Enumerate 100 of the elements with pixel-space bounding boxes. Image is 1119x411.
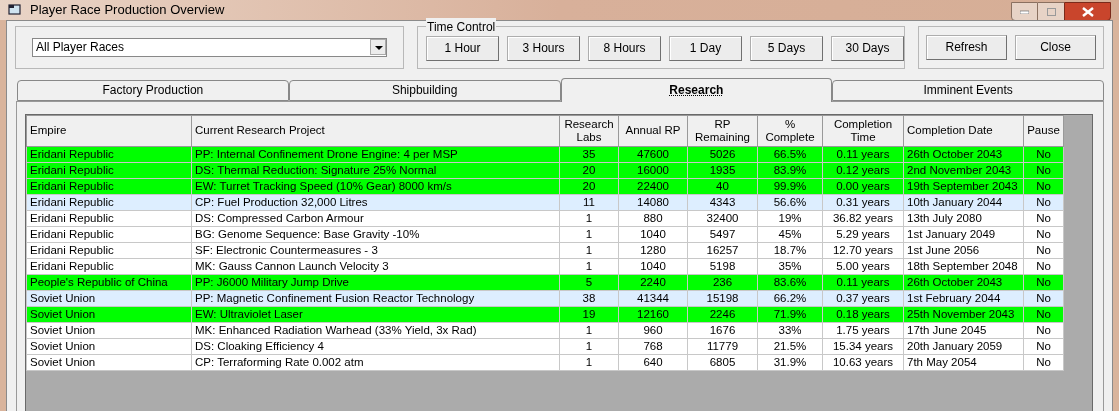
table-cell: 21.5% — [757, 338, 823, 354]
table-cell: 41344 — [618, 290, 688, 306]
table-cell: 47600 — [618, 146, 688, 162]
table-cell: No — [1023, 226, 1064, 242]
table-cell: Eridani Republic — [26, 162, 192, 178]
table-cell: Soviet Union — [26, 322, 192, 338]
table-cell: MK: Gauss Cannon Launch Velocity 3 — [191, 258, 560, 274]
table-cell: No — [1023, 210, 1064, 226]
table-cell: 25th November 2043 — [903, 306, 1024, 322]
table-cell: 71.9% — [757, 306, 823, 322]
table-cell: 1040 — [618, 258, 688, 274]
table-cell: 10.63 years — [822, 354, 904, 370]
table-cell: 10th January 2044 — [903, 194, 1024, 210]
table-cell: 4343 — [687, 194, 758, 210]
table-cell: 12160 — [618, 306, 688, 322]
table-cell: 0.18 years — [822, 306, 904, 322]
table-cell: No — [1023, 178, 1064, 194]
table-cell: Eridani Republic — [26, 178, 192, 194]
table-cell: 32400 — [687, 210, 758, 226]
table-cell: 2240 — [618, 274, 688, 290]
table-cell: 11 — [559, 194, 619, 210]
table-cell: Eridani Republic — [26, 210, 192, 226]
table-cell: 12.70 years — [822, 242, 904, 258]
table-cell: No — [1023, 242, 1064, 258]
table-cell: 83.6% — [757, 274, 823, 290]
table-cell: DS: Cloaking Efficiency 4 — [191, 338, 560, 354]
table-cell: 1280 — [618, 242, 688, 258]
table-cell: 18.7% — [757, 242, 823, 258]
table-cell: 1st January 2049 — [903, 226, 1024, 242]
time-step-button[interactable]: 5 Days — [750, 35, 823, 61]
column-header: Completion Time — [822, 115, 904, 146]
table-cell: No — [1023, 290, 1064, 306]
table-cell: DS: Thermal Reduction: Signature 25% Normal — [191, 162, 560, 178]
table-cell: 2246 — [687, 306, 758, 322]
column-header: Completion Date — [903, 115, 1024, 146]
table-cell: 20 — [559, 162, 619, 178]
table-cell: EW: Ultraviolet Laser — [191, 306, 560, 322]
table-cell: 19 — [559, 306, 619, 322]
close-button[interactable]: Close — [1015, 34, 1096, 60]
table-cell: 1 — [559, 226, 619, 242]
window-title: Player Race Production Overview — [30, 1, 225, 19]
time-step-button[interactable]: 1 Day — [669, 35, 742, 61]
table-cell: 20 — [559, 178, 619, 194]
table-cell: Soviet Union — [26, 338, 192, 354]
table-cell: 0.11 years — [822, 146, 904, 162]
table-cell: PP: Magnetic Confinement Fusion Reactor Technology — [191, 290, 560, 306]
table-cell: No — [1023, 274, 1064, 290]
table-cell: Eridani Republic — [26, 194, 192, 210]
tab[interactable]: Research — [560, 77, 833, 102]
table-cell: No — [1023, 258, 1064, 274]
table-cell: No — [1023, 146, 1064, 162]
column-header: Pause — [1023, 115, 1064, 146]
close-icon — [1081, 6, 1094, 17]
time-step-button[interactable]: 1 Hour — [426, 35, 499, 61]
table-cell: Eridani Republic — [26, 146, 192, 162]
table-cell: 768 — [618, 338, 688, 354]
minimize-icon — [1020, 9, 1029, 14]
table-cell: 1st June 2056 — [903, 242, 1024, 258]
time-step-button[interactable]: 30 Days — [831, 35, 904, 61]
time-step-button[interactable]: 3 Hours — [507, 35, 580, 61]
table-cell: 0.11 years — [822, 274, 904, 290]
table-cell: 1 — [559, 210, 619, 226]
table-cell: 26th October 2043 — [903, 274, 1024, 290]
table-cell: 99.9% — [757, 178, 823, 194]
column-header: % Complete — [757, 115, 823, 146]
race-dropdown[interactable]: All Player Races — [32, 37, 387, 57]
table-cell: 1.75 years — [822, 322, 904, 338]
table-cell: 6805 — [687, 354, 758, 370]
table-cell: No — [1023, 162, 1064, 178]
table-cell: 15.34 years — [822, 338, 904, 354]
time-step-button[interactable]: 8 Hours — [588, 35, 661, 61]
table-cell: 0.31 years — [822, 194, 904, 210]
table-cell: SF: Electronic Countermeasures - 3 — [191, 242, 560, 258]
table-cell: 5.29 years — [822, 226, 904, 242]
table-cell: 0.12 years — [822, 162, 904, 178]
table-cell: 35% — [757, 258, 823, 274]
dropdown-value: All Player Races — [36, 39, 126, 56]
refresh-button[interactable]: Refresh — [926, 34, 1007, 60]
tab[interactable]: Imminent Events — [832, 79, 1104, 101]
table-cell: 14080 — [618, 194, 688, 210]
table-cell: 236 — [687, 274, 758, 290]
table-cell: Soviet Union — [26, 354, 192, 370]
column-header: Research Labs — [559, 115, 619, 146]
column-header: Annual RP — [618, 115, 688, 146]
table-cell: 0.00 years — [822, 178, 904, 194]
table-cell: 31.9% — [757, 354, 823, 370]
table-cell: 56.6% — [757, 194, 823, 210]
table-cell: 15198 — [687, 290, 758, 306]
table-cell: 83.9% — [757, 162, 823, 178]
table-cell: People's Republic of China — [26, 274, 192, 290]
table-cell: 1 — [559, 242, 619, 258]
tab[interactable]: Shipbuilding — [288, 79, 561, 101]
table-cell: 5.00 years — [822, 258, 904, 274]
table-cell: 7th May 2054 — [903, 354, 1024, 370]
table-cell: 16257 — [687, 242, 758, 258]
window-icon — [8, 3, 22, 17]
table-cell: CP: Fuel Production 32,000 Litres — [191, 194, 560, 210]
table-cell: 640 — [618, 354, 688, 370]
table-cell: 26th October 2043 — [903, 146, 1024, 162]
tab[interactable]: Factory Production — [17, 79, 289, 101]
